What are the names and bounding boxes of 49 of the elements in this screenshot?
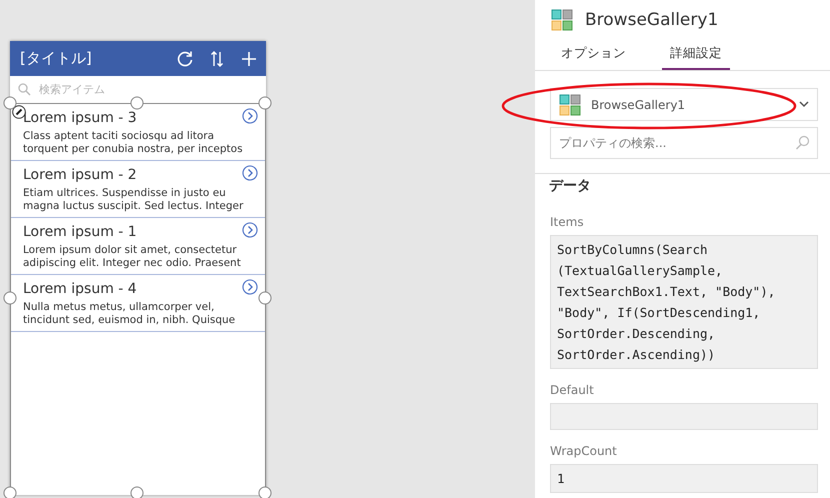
chevron-right-icon[interactable]	[242, 165, 258, 181]
section-heading: データ	[535, 174, 830, 199]
gallery-item[interactable]: Lorem ipsum - 2 Etiam ultrices. Suspendisse in justo eu magna luctus suscipit. Sed lectus. Integer	[11, 161, 265, 218]
panel-title: BrowseGallery1	[585, 10, 718, 30]
item-body: Lorem ipsum dolor sit amet, consectetur	[23, 244, 238, 257]
item-body: Nulla metus metus, ullamcorper vel,	[23, 301, 216, 314]
resize-handle[interactable]	[258, 486, 272, 498]
item-title: Lorem ipsum - 1	[23, 224, 138, 240]
formula-field[interactable]	[550, 403, 818, 430]
item-title: Lorem ipsum - 2	[23, 167, 138, 183]
refresh-icon[interactable]	[176, 50, 194, 68]
formula-field[interactable]: 1	[550, 464, 818, 493]
control-dropdown[interactable]: BrowseGallery1	[550, 88, 818, 121]
item-body: adipiscing elit. Integer nec odio. Praesent	[23, 257, 242, 270]
gallery-item[interactable]: Lorem ipsum - 1 Lorem ipsum dolor sit amet, consectetur adipiscing elit. Integer nec odio. Praesent	[11, 218, 265, 275]
resize-handle[interactable]	[258, 96, 272, 110]
resize-handle[interactable]	[258, 292, 272, 304]
sort-icon[interactable]	[208, 50, 226, 68]
formula-field[interactable]: SortByColumns(Search (TextualGallerySample, TextSearchBox1.Text, "Body"), "Body", If(SortDescending1, SortOrder.Descending, SortOrder.Ascending))	[550, 235, 818, 369]
item-body: Class aptent taciti sociosqu ad litora	[23, 130, 216, 143]
property-label: Items	[550, 215, 585, 229]
resize-handle[interactable]	[130, 96, 144, 110]
search-icon	[795, 135, 810, 150]
item-title: Lorem ipsum - 4	[23, 281, 138, 297]
chevron-down-icon	[799, 101, 809, 108]
item-body: magna luctus suscipit. Sed lectus. Integer	[23, 200, 244, 213]
edit-icon[interactable]	[12, 105, 26, 119]
add-icon[interactable]	[240, 50, 258, 68]
tab[interactable]: オプション	[553, 42, 634, 70]
chevron-right-icon[interactable]	[242, 279, 258, 295]
tab[interactable]: 詳細設定	[662, 42, 730, 70]
app-title: [タイトル]	[20, 49, 93, 68]
property-search-field[interactable]: プロパティの検索...	[550, 127, 818, 159]
property-label: WrapCount	[550, 444, 618, 458]
item-body: tincidunt sed, euismod in, nibh. Quisque	[23, 314, 236, 327]
resize-handle[interactable]	[4, 486, 16, 498]
dropdown-value: BrowseGallery1	[591, 98, 686, 112]
gallery-icon	[551, 9, 573, 31]
search-icon	[18, 83, 31, 96]
property-label: Default	[550, 383, 595, 397]
resize-handle[interactable]	[130, 486, 144, 498]
item-body: Etiam ultrices. Suspendisse in justo eu	[23, 187, 227, 200]
resize-handle[interactable]	[4, 96, 16, 110]
resize-handle[interactable]	[4, 292, 16, 304]
chevron-right-icon[interactable]	[242, 108, 258, 124]
gallery-icon	[559, 94, 581, 116]
item-title: Lorem ipsum - 3	[23, 110, 138, 126]
item-body: torquent per conubia nostra, per inceptos	[23, 143, 244, 156]
chevron-right-icon[interactable]	[242, 222, 258, 238]
